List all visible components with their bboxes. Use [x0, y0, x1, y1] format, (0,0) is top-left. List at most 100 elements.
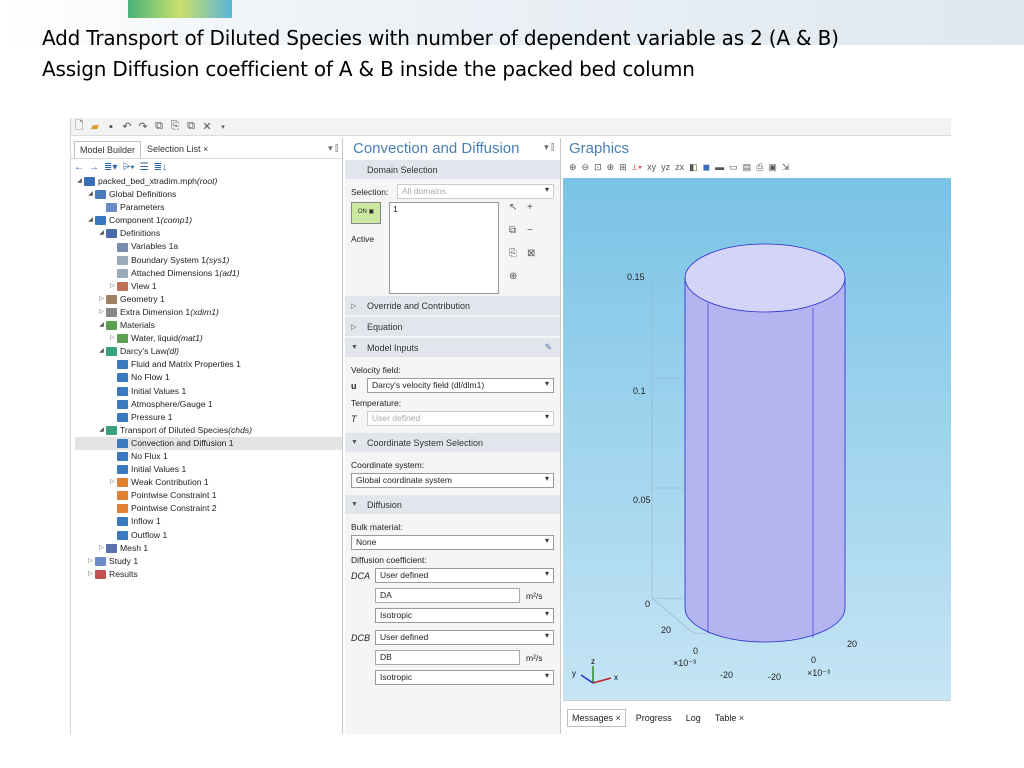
tree-expander-icon[interactable]: ▷	[108, 280, 117, 293]
tree-node[interactable]: Boundary System 1 (sys1)	[75, 254, 342, 267]
section-domain-selection[interactable]: Domain Selection	[345, 160, 560, 179]
tree-node[interactable]: Convection and Diffusion 1	[75, 436, 342, 450]
transparency-icon[interactable]: ▬	[715, 162, 724, 172]
dcb-dropdown[interactable]: User defined	[375, 630, 554, 645]
tree-node[interactable]: ◢ Component 1 (comp1)	[75, 214, 342, 227]
tree-expander-icon[interactable]: ◢	[97, 319, 106, 332]
zoom-out-icon[interactable]: ⊖	[582, 162, 590, 173]
tree-node[interactable]: ◢ Materials	[75, 319, 342, 332]
show-icon[interactable]: ≣▾	[104, 162, 117, 173]
view-xy-icon[interactable]: xy	[647, 162, 656, 172]
tree-expander-icon[interactable]: ◢	[97, 227, 106, 240]
tree-node[interactable]: ◢ Darcy's Law (dl)	[75, 345, 342, 358]
section-equation[interactable]: ▷ Equation	[345, 317, 560, 336]
dcb-iso-dropdown[interactable]: Isotropic	[375, 670, 554, 685]
copy-selection-icon[interactable]: ⧉	[509, 225, 527, 246]
zoom-in-icon[interactable]: ⊕	[569, 162, 577, 173]
tree-expander-icon[interactable]: ◢	[75, 175, 84, 188]
dca-iso-dropdown[interactable]: Isotropic	[375, 608, 554, 623]
paste-selection-icon[interactable]: ⎘	[509, 248, 527, 269]
dropdown-icon[interactable]: ▾	[217, 123, 229, 131]
section-model-inputs[interactable]: ▼ Model Inputs ✎	[345, 338, 560, 357]
coordinate-dropdown[interactable]: Global coordinate system	[351, 473, 554, 488]
export-icon[interactable]: ⇲	[782, 162, 790, 173]
velocity-dropdown[interactable]: Darcy's velocity field (dl/dlm1)	[367, 378, 554, 393]
print-icon[interactable]: ⎙	[756, 162, 763, 173]
dcb-input[interactable]: DB	[375, 650, 520, 665]
tree-expander-icon[interactable]: ◢	[97, 424, 106, 437]
edit-icon[interactable]: ✎	[544, 342, 552, 353]
tab-progress[interactable]: Progress	[632, 710, 676, 726]
tab-selection-list[interactable]: Selection List ×	[141, 140, 214, 158]
tree-node[interactable]: Pointwise Constraint 2	[75, 502, 342, 515]
tree-node[interactable]: ▷ Results	[75, 568, 342, 581]
tree-node[interactable]: ◢ Global Definitions	[75, 188, 342, 201]
zoom-extents-icon[interactable]: ⊞	[619, 162, 627, 173]
tree-node[interactable]: ◢ Transport of Diluted Species (chds)	[75, 424, 342, 437]
save-icon[interactable]: ▪	[105, 121, 117, 133]
select-icon[interactable]: ↖	[509, 202, 527, 223]
section-coordinate-system[interactable]: ▼ Coordinate System Selection	[345, 433, 560, 452]
new-file-icon[interactable]: 🗋	[73, 117, 85, 136]
tree-node[interactable]: ▷ Geometry 1	[75, 293, 342, 306]
paste-icon[interactable]: ⎘	[169, 120, 181, 133]
collapse-icon[interactable]: ⩥▾	[122, 162, 134, 173]
remove-icon[interactable]: −	[527, 225, 545, 246]
undo-icon[interactable]: ↶	[121, 120, 133, 133]
tree-node[interactable]: Pressure 1	[75, 411, 342, 424]
tree-expander-icon[interactable]: ◢	[86, 214, 95, 227]
dca-dropdown[interactable]: User defined	[375, 568, 554, 583]
tree-expander-icon[interactable]: ▷	[97, 306, 106, 319]
tree-node[interactable]: Initial Values 1	[75, 385, 342, 398]
tree-expander-icon[interactable]: ◢	[97, 345, 106, 358]
dca-input[interactable]: DA	[375, 588, 520, 603]
view-zx-icon[interactable]: zx	[675, 162, 684, 172]
zoom-selected-icon[interactable]: ⊕	[607, 162, 615, 173]
copy-icon[interactable]: ⧉	[153, 120, 165, 133]
tree-node[interactable]: ◢ Definitions	[75, 227, 342, 240]
tab-table[interactable]: Table ×	[711, 710, 748, 726]
cylinder-top[interactable]	[684, 243, 846, 313]
section-diffusion[interactable]: ▼ Diffusion	[345, 495, 560, 514]
clear-icon[interactable]: ⊠	[527, 248, 545, 269]
tree-node[interactable]: No Flux 1	[75, 450, 342, 463]
tree-node[interactable]: ▷ Mesh 1	[75, 542, 342, 555]
tree-node[interactable]: Fluid and Matrix Properties 1	[75, 358, 342, 371]
duplicate-icon[interactable]: ⧉	[185, 120, 197, 133]
tree-expander-icon[interactable]: ▷	[86, 568, 95, 581]
tree-node[interactable]: Attached Dimensions 1 (ad1)	[75, 267, 342, 280]
tree-node[interactable]: ▷ Extra Dimension 1 (xdim1)	[75, 306, 342, 319]
image-snapshot-icon[interactable]: ▣	[768, 162, 777, 173]
tree-expander-icon[interactable]: ▷	[86, 555, 95, 568]
tab-model-builder[interactable]: Model Builder	[74, 141, 142, 158]
tab-log[interactable]: Log	[682, 710, 705, 726]
selection-list-box[interactable]: 1	[389, 202, 499, 294]
grid-icon[interactable]: ▤	[743, 162, 752, 173]
tree-node[interactable]: Initial Values 1	[75, 463, 342, 476]
pin-icon[interactable]: ▾ ⫿	[544, 142, 554, 153]
active-toggle-icon[interactable]: ON ▣	[351, 202, 381, 224]
open-file-icon[interactable]: ▰	[89, 120, 101, 133]
tree-expander-icon[interactable]: ▷	[97, 293, 106, 306]
bulk-dropdown[interactable]: None	[351, 535, 554, 550]
tree-node[interactable]: ▷ Study 1	[75, 555, 342, 568]
tree-node[interactable]: ▷ Water, liquid (mat1)	[75, 332, 342, 345]
zoom-box-icon[interactable]: ⊡	[594, 162, 602, 173]
tree-expander-icon[interactable]: ◢	[86, 188, 95, 201]
tree-node[interactable]: Parameters	[75, 201, 342, 214]
wireframe-icon[interactable]: ◼	[703, 162, 710, 173]
view-axis-icon[interactable]: ⟂▾	[632, 162, 642, 173]
selection-dropdown[interactable]: All domains	[397, 184, 554, 199]
tree-expander-icon[interactable]: ▷	[108, 332, 117, 345]
tree-node[interactable]: Atmosphere/Gauge 1	[75, 398, 342, 411]
tree-expander-icon[interactable]: ▷	[108, 476, 117, 489]
back-arrow-icon[interactable]: ←	[74, 162, 84, 173]
tree-node[interactable]: No Flow 1	[75, 371, 342, 384]
zoom-selection-icon[interactable]: ⊕	[509, 271, 527, 292]
tree-node[interactable]: ▷ Weak Contribution 1	[75, 476, 342, 489]
forward-arrow-icon[interactable]: →	[89, 162, 99, 173]
tree-node[interactable]: ▷ View 1	[75, 280, 342, 293]
tab-messages[interactable]: Messages ×	[567, 708, 626, 727]
delete-icon[interactable]: ✕	[201, 120, 213, 133]
tree-node[interactable]: ◢ packed_bed_xtradim.mph (root)	[75, 175, 342, 188]
